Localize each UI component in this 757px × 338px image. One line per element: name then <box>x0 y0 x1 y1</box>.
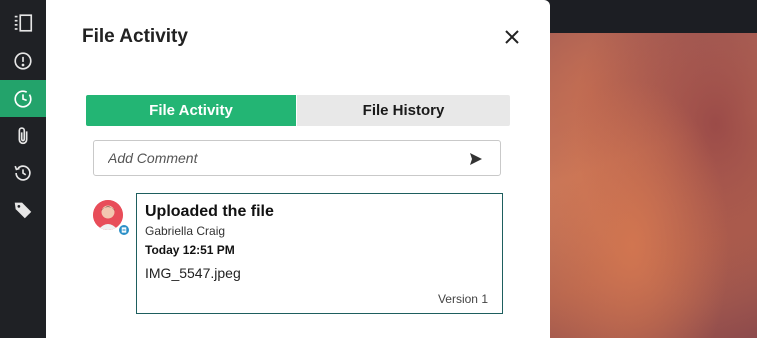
tab-bar: File Activity File History <box>86 95 510 126</box>
panel-list-icon <box>14 13 33 32</box>
activity-version: Version 1 <box>437 292 488 306</box>
sidebar-item-tags[interactable] <box>0 191 46 228</box>
activity-title: Uploaded the file <box>145 203 274 220</box>
file-activity-panel: File Activity File Activity File History… <box>46 0 550 338</box>
clock-icon <box>14 89 32 108</box>
send-icon[interactable] <box>469 152 483 166</box>
tab-file-activity[interactable]: File Activity <box>86 95 296 126</box>
sidebar-item-history[interactable] <box>0 154 46 191</box>
activity-file-name[interactable]: IMG_5547.jpeg <box>145 265 241 281</box>
activity-user: Gabriella Craig <box>145 224 226 238</box>
file-badge-icon <box>117 223 131 237</box>
activity-card[interactable]: Uploaded the file Gabriella Craig Today … <box>136 193 503 314</box>
close-icon <box>505 30 519 44</box>
alert-circle-icon <box>14 51 32 70</box>
panel-title: File Activity <box>82 26 188 47</box>
sidebar-item-activity[interactable] <box>0 80 46 117</box>
close-button[interactable] <box>503 28 521 46</box>
tag-icon <box>14 202 32 218</box>
activity-time: Today 12:51 PM <box>145 243 235 257</box>
comment-input[interactable] <box>108 150 448 166</box>
tab-file-history[interactable]: File History <box>297 95 510 126</box>
comment-box <box>93 140 501 176</box>
sidebar-item-alerts[interactable] <box>0 42 46 79</box>
sidebar-item-panel[interactable] <box>0 4 46 41</box>
background-image <box>550 33 757 338</box>
paperclip-icon <box>18 126 28 144</box>
history-icon <box>14 164 31 181</box>
top-bar <box>550 0 757 33</box>
sidebar <box>0 0 46 338</box>
sidebar-item-attachments[interactable] <box>0 117 46 154</box>
